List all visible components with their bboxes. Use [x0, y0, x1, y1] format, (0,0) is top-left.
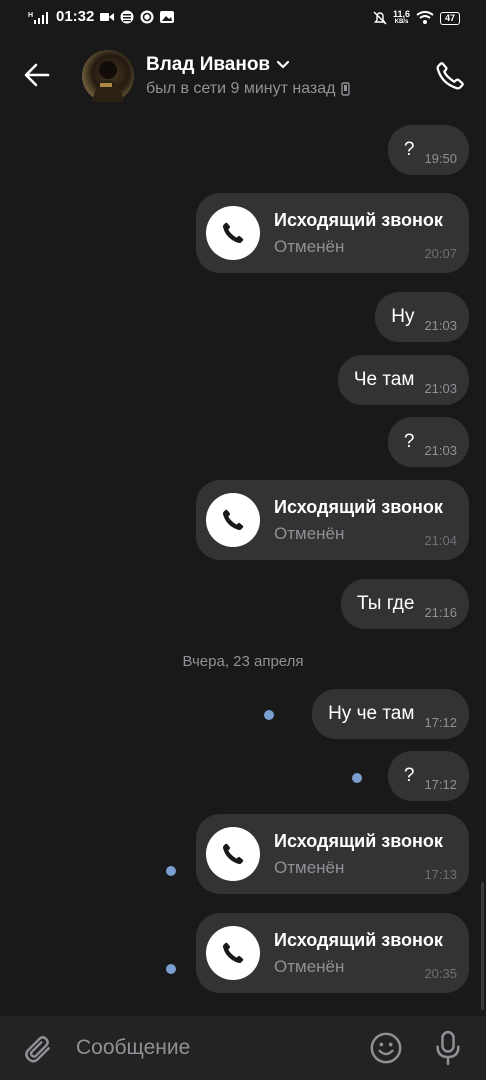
- unread-dot: [166, 964, 176, 974]
- message-text: ?: [403, 139, 415, 160]
- microphone-icon: [436, 1030, 460, 1066]
- call-icon-circle: [206, 206, 260, 260]
- message-bubble[interactable]: ? 19:50: [387, 125, 469, 175]
- status-right: 11,6 KB/s 47: [373, 10, 460, 26]
- message-text: Ну: [391, 306, 415, 327]
- call-icon-circle: [206, 493, 260, 547]
- avatar-image: [92, 61, 124, 102]
- message-time: 21:03: [424, 442, 457, 458]
- wifi-icon: [416, 11, 434, 24]
- message-input[interactable]: Сообщение: [76, 1032, 346, 1064]
- message-time: 20:35: [424, 966, 457, 981]
- message-time: 21:03: [424, 317, 457, 333]
- voice-message-button[interactable]: [434, 1030, 462, 1071]
- contact-name: Влад Иванов: [146, 54, 271, 75]
- message-time: 19:50: [424, 150, 457, 166]
- phone-icon: [222, 509, 244, 531]
- call-message[interactable]: Исходящий звонок Отменён 20:35: [196, 913, 469, 993]
- message-text: Ну че там: [328, 703, 415, 724]
- back-arrow-icon: [24, 63, 50, 87]
- phone-icon: [222, 942, 244, 964]
- message-text: Че там: [353, 369, 415, 390]
- call-title: Исходящий звонок: [274, 497, 443, 517]
- message-bubble[interactable]: ? 17:12: [387, 751, 469, 801]
- net-speed-unit: KB/s: [394, 19, 409, 25]
- back-button[interactable]: [22, 60, 52, 95]
- message-bubble[interactable]: Ты где 21:16: [341, 579, 469, 629]
- call-status: Отменён: [274, 957, 345, 976]
- message-text: ?: [403, 765, 415, 786]
- message-time: 21:03: [424, 380, 457, 396]
- call-icon-circle: [206, 827, 260, 881]
- chat-title[interactable]: Влад Иванов был в сети 9 минут назад: [146, 54, 351, 98]
- contact-name-row: Влад Иванов: [146, 54, 350, 76]
- app-notification-icon: [140, 10, 154, 23]
- message-time: 21:16: [424, 604, 457, 620]
- battery-indicator: 47: [439, 11, 460, 25]
- emoji-button[interactable]: [369, 1031, 403, 1070]
- phone-icon: [436, 62, 464, 90]
- call-button[interactable]: [434, 60, 466, 97]
- image-notification-icon: [160, 10, 175, 23]
- chat-header: Влад Иванов был в сети 9 минут назад: [0, 36, 486, 116]
- message-time: 17:13: [424, 867, 457, 882]
- call-status: Отменён: [274, 858, 345, 877]
- net-speed-value: 11,6: [392, 9, 410, 19]
- app-notification-icon: [120, 10, 134, 23]
- contact-status-row: был в сети 9 минут назад: [146, 80, 351, 98]
- phone-icon: [222, 222, 244, 244]
- message-time: 17:12: [424, 714, 457, 730]
- message-bubble[interactable]: Че там 21:03: [337, 355, 469, 405]
- call-message[interactable]: Исходящий звонок Отменён 21:04: [196, 480, 469, 560]
- mobile-icon: [341, 82, 351, 96]
- mute-icon: [373, 11, 387, 25]
- scrollbar[interactable]: [481, 882, 484, 1010]
- contact-status: был в сети 9 минут назад: [146, 80, 336, 97]
- message-bubble[interactable]: ? 21:03: [387, 417, 469, 467]
- call-status: Отменён: [274, 237, 345, 256]
- phone-icon: [222, 843, 244, 865]
- unread-dot: [352, 773, 362, 783]
- call-message[interactable]: Исходящий звонок Отменён 20:07: [196, 193, 469, 273]
- message-bubble[interactable]: Ну 21:03: [375, 292, 469, 342]
- video-icon: [100, 12, 115, 21]
- status-left: H 01:32: [28, 8, 175, 25]
- message-time: 20:07: [424, 246, 457, 261]
- message-bubble[interactable]: Ну че там 17:12: [312, 689, 469, 739]
- emoji-icon: [370, 1032, 402, 1064]
- svg-text:H: H: [28, 12, 33, 19]
- attach-button[interactable]: [22, 1032, 54, 1071]
- net-speed: 11,6 KB/s: [393, 10, 410, 26]
- paperclip-icon: [25, 1036, 50, 1063]
- unread-dot: [166, 866, 176, 876]
- message-text: Ты где: [357, 593, 415, 614]
- status-bar: H 01:32 11,6 KB/s 47: [0, 0, 486, 36]
- unread-dot: [264, 710, 274, 720]
- message-composer: Сообщение: [0, 1016, 486, 1080]
- avatar[interactable]: [82, 50, 134, 102]
- message-time: 17:12: [424, 776, 457, 792]
- chevron-down-icon: [277, 60, 290, 69]
- status-time: 01:32: [56, 8, 95, 25]
- call-status: Отменён: [274, 524, 345, 543]
- message-time: 21:04: [424, 533, 457, 548]
- call-title: Исходящий звонок: [274, 930, 443, 950]
- date-separator: Вчера, 23 апреля: [182, 653, 304, 670]
- call-icon-circle: [206, 926, 260, 980]
- signal-icon: H: [28, 11, 48, 24]
- call-title: Исходящий звонок: [274, 210, 443, 230]
- message-text: ?: [403, 431, 415, 452]
- call-title: Исходящий звонок: [274, 831, 443, 851]
- call-message[interactable]: Исходящий звонок Отменён 17:13: [196, 814, 469, 894]
